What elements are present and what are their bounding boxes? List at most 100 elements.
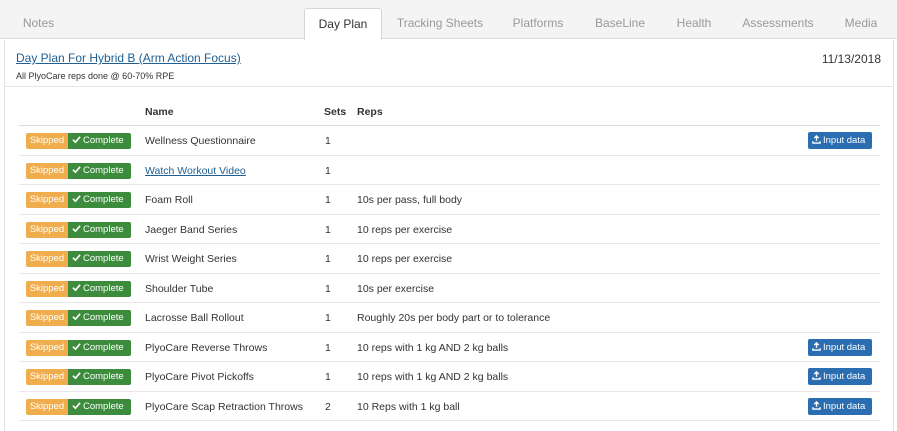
tab-health[interactable]: Health: [664, 8, 724, 39]
input-data-label: Input data: [823, 135, 866, 146]
exercise-name-link[interactable]: Watch Workout Video: [145, 165, 246, 177]
skipped-button[interactable]: Skipped: [26, 310, 68, 326]
upload-icon: [812, 400, 821, 410]
table-row: Skipped Complete Wrist Weight Series 1 10 re…: [19, 244, 880, 274]
tab-notes[interactable]: Notes: [5, 8, 72, 39]
complete-label: Complete: [83, 164, 124, 176]
exercise-reps: Roughly 20s per body part or to toleranc…: [357, 312, 551, 324]
complete-button[interactable]: Complete: [68, 369, 131, 385]
complete-button[interactable]: Complete: [68, 133, 131, 149]
exercise-sets: 1: [325, 223, 331, 236]
input-data-label: Input data: [823, 371, 866, 382]
table-row: Skipped Complete Watch Workout Video 1: [19, 156, 880, 185]
check-icon: [72, 136, 81, 144]
skipped-button[interactable]: Skipped: [26, 192, 68, 208]
exercise-sets: 1: [325, 135, 331, 147]
exercise-reps: 10s per pass, full body: [357, 194, 463, 206]
complete-button[interactable]: Complete: [68, 162, 131, 179]
exercise-sets: 2: [325, 400, 331, 413]
upload-icon: [812, 341, 821, 351]
table-header: Name Sets Reps: [19, 98, 880, 126]
exercise-name: PlyoCare Reverse Throws: [145, 341, 268, 354]
skipped-button[interactable]: Skipped: [26, 221, 68, 238]
exercise-reps: 10 reps per exercise: [357, 253, 453, 265]
table-row: Skipped Complete PlyoCare Pivot Pickoffs 1 1…: [19, 362, 880, 392]
input-data-button[interactable]: Input data: [808, 397, 872, 415]
complete-label: Complete: [83, 194, 124, 205]
check-icon: [72, 254, 81, 262]
skipped-button[interactable]: Skipped: [26, 398, 68, 415]
exercise-sets: 1: [325, 164, 331, 177]
table-row: Skipped Complete PlyoCare Reverse Throws 1 1…: [19, 333, 880, 362]
table-row: Skipped Complete PlyoCare Scap Retraction …: [19, 392, 880, 421]
table-row: Skipped Complete Jaeger Band Series 1 10 rep…: [19, 215, 880, 244]
table-row: Skipped Complete Wellness Questionnaire 1 In…: [19, 126, 880, 156]
day-plan-panel: Day Plan For Hybrid B (Arm Action Focus)…: [4, 40, 894, 431]
tab-tracking-sheets[interactable]: Tracking Sheets: [390, 8, 490, 39]
complete-label: Complete: [83, 253, 124, 264]
input-data-label: Input data: [823, 341, 866, 353]
exercise-name: Wellness Questionnaire: [145, 135, 256, 147]
check-icon: [72, 195, 81, 203]
complete-label: Complete: [83, 371, 124, 382]
check-icon: [72, 342, 81, 350]
complete-label: Complete: [83, 312, 124, 323]
column-header-reps: Reps: [357, 106, 383, 118]
complete-button[interactable]: Complete: [68, 280, 131, 297]
check-icon: [72, 401, 81, 409]
upload-icon: [812, 371, 821, 380]
column-header-sets: Sets: [324, 106, 347, 118]
table-row: Skipped Complete Lacrosse Ball Rollout 1 Rou…: [19, 303, 880, 333]
complete-button[interactable]: Complete: [68, 339, 131, 356]
exercise-name: PlyoCare Pivot Pickoffs: [145, 371, 254, 383]
exercise-name: Jaeger Band Series: [145, 223, 238, 236]
check-icon: [72, 283, 81, 291]
complete-button[interactable]: Complete: [68, 251, 131, 267]
upload-icon: [812, 135, 821, 144]
exercise-reps: 10 reps with 1 kg AND 2 kg balls: [357, 371, 509, 383]
complete-button[interactable]: Complete: [68, 192, 131, 208]
exercise-sets: 1: [325, 371, 331, 383]
check-icon: [72, 224, 81, 232]
exercise-sets: 1: [325, 282, 331, 295]
skipped-button[interactable]: Skipped: [26, 133, 68, 149]
exercise-name: Shoulder Tube: [145, 282, 214, 295]
tab-platforms[interactable]: Platforms: [500, 8, 576, 39]
exercise-sets: 1: [325, 253, 331, 265]
exercise-reps: 10s per exercise: [357, 282, 435, 295]
input-data-button[interactable]: Input data: [808, 338, 872, 356]
check-icon: [72, 313, 81, 321]
tab-bar: Notes Day Plan Tracking Sheets Platforms…: [0, 0, 897, 40]
complete-label: Complete: [83, 400, 124, 412]
complete-button[interactable]: Complete: [68, 221, 131, 238]
skipped-button[interactable]: Skipped: [26, 251, 68, 267]
exercise-name: Wrist Weight Series: [145, 253, 237, 265]
complete-label: Complete: [83, 341, 124, 353]
plan-subtitle: All PlyoCare reps done @ 60-70% RPE: [16, 71, 175, 81]
day-plan-header: Day Plan For Hybrid B (Arm Action Focus)…: [5, 40, 893, 87]
skipped-button[interactable]: Skipped: [26, 162, 68, 179]
input-data-button[interactable]: Input data: [808, 368, 872, 385]
check-icon: [72, 165, 81, 173]
tab-day-plan[interactable]: Day Plan: [304, 8, 382, 40]
complete-button[interactable]: Complete: [68, 310, 131, 326]
exercise-reps: 10 reps per exercise: [357, 223, 453, 236]
skipped-button[interactable]: Skipped: [26, 369, 68, 385]
input-data-label: Input data: [823, 400, 866, 412]
table-row: Skipped Complete Foam Roll 1 10s per pass, f…: [19, 185, 880, 215]
skipped-button[interactable]: Skipped: [26, 339, 68, 356]
complete-button[interactable]: Complete: [68, 398, 131, 415]
tab-assessments[interactable]: Assessments: [733, 8, 823, 39]
complete-label: Complete: [83, 223, 124, 235]
tab-baseline[interactable]: BaseLine: [584, 8, 656, 39]
exercise-reps: 10 Reps with 1 kg ball: [357, 400, 460, 413]
input-data-button[interactable]: Input data: [808, 132, 872, 149]
skipped-button[interactable]: Skipped: [26, 280, 68, 297]
plan-title-link[interactable]: Day Plan For Hybrid B (Arm Action Focus): [16, 51, 241, 65]
check-icon: [72, 372, 81, 380]
exercise-name: Foam Roll: [145, 194, 193, 206]
exercise-sets: 1: [325, 312, 331, 324]
table-row: Skipped Complete Shoulder Tube 1 10s per exe…: [19, 274, 880, 303]
exercise-sets: 1: [325, 341, 331, 354]
tab-media[interactable]: Media: [832, 8, 890, 39]
